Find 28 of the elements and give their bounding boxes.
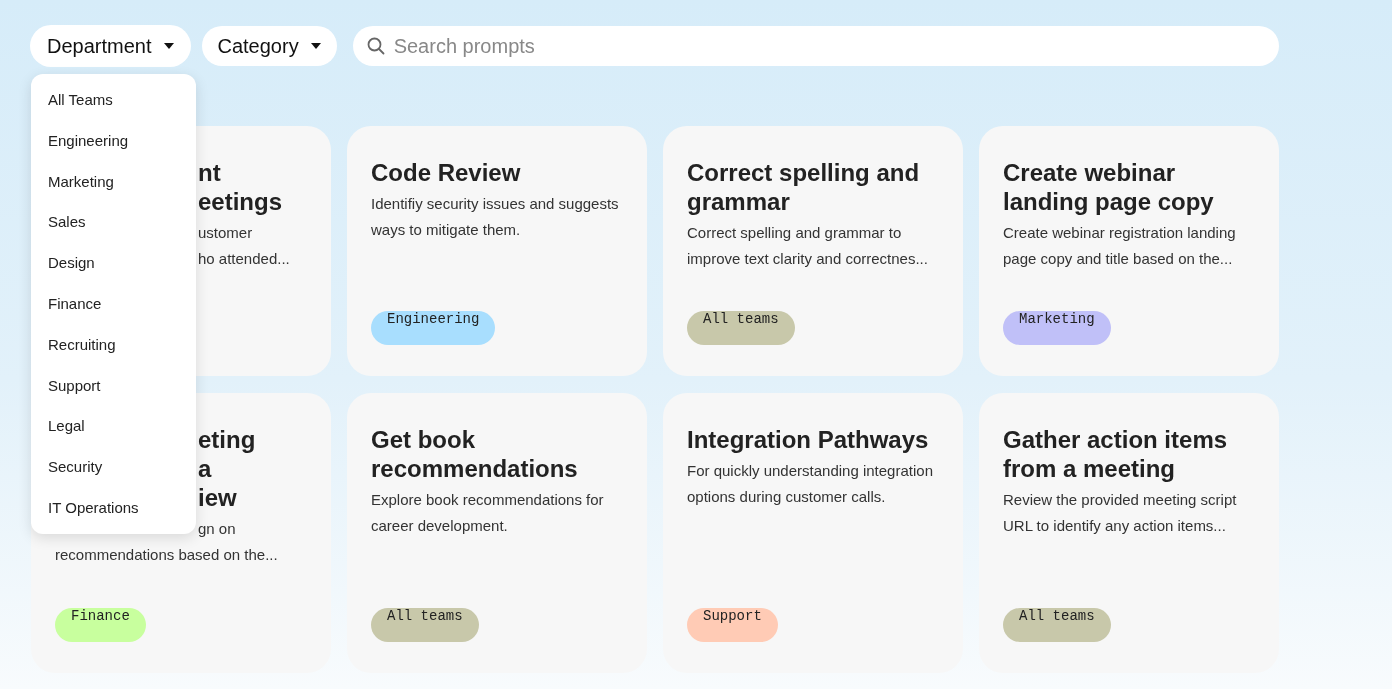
card-description: Explore book recommendations for career development. — [371, 490, 605, 536]
card-description: Correct spelling and grammar to improve text clarity and correctnes... — [687, 223, 929, 269]
card-title: Correct spelling and grammar — [687, 158, 921, 216]
card-title: nt — [198, 158, 221, 187]
card-description: recommendations based on the... — [55, 545, 278, 565]
card-description: ustomer — [198, 223, 253, 243]
card-title: iew — [198, 483, 237, 512]
card-title: Get book recommendations — [371, 425, 579, 483]
department-tag: Support — [687, 608, 778, 642]
department-tag: All teams — [1003, 608, 1111, 642]
department-tag: All teams — [687, 311, 795, 345]
department-tag: Finance — [55, 608, 146, 642]
department-tag: Engineering — [371, 311, 496, 345]
card-description: Create webinar registration landing page copy and title based on the... — [1003, 223, 1237, 269]
card-description: For quickly understanding integration options during customer calls. — [687, 461, 934, 507]
card-description: ho attended... — [198, 249, 290, 269]
department-tag: Marketing — [1003, 311, 1111, 345]
card-description: gn on — [198, 519, 236, 539]
card-title: Gather action items from a meeting — [1003, 425, 1229, 483]
department-tag: All teams — [371, 608, 479, 642]
card-title: Create webinar landing page copy — [1003, 158, 1215, 216]
card-description: Identifiy security issues and suggests ways to mitigate them. — [371, 194, 620, 240]
card-description: Review the provided meeting script URL to identify any action items... — [1003, 490, 1238, 536]
card-title: eetings — [198, 187, 283, 216]
card-title: a — [198, 454, 212, 483]
card-title: Code Review — [371, 158, 522, 187]
card-title: eting — [198, 425, 256, 454]
card-title: Integration Pathways — [687, 425, 930, 454]
